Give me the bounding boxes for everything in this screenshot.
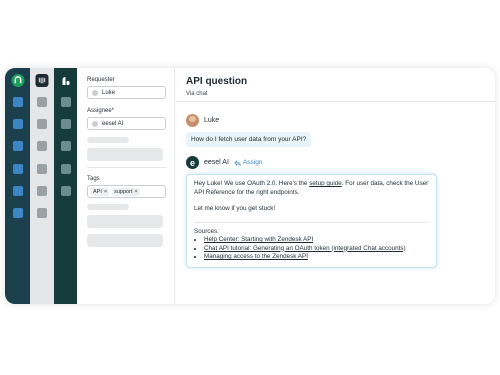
header-divider [176, 101, 495, 102]
source-item: Managing access to the Zendesk API [204, 253, 429, 262]
app-window: Requester Luke Assignee* eesel AI Tags A… [5, 68, 495, 304]
assignee-label: Assignee* [87, 108, 115, 114]
app-rail-3 [54, 68, 77, 304]
placeholder-field [87, 148, 163, 161]
requester-label: Requester [87, 77, 115, 83]
intercom-logo-icon[interactable] [35, 74, 49, 87]
customer-message-header: Luke [186, 114, 495, 127]
tags-label: Tags [87, 176, 100, 182]
eesel-logo-icon: e [186, 156, 199, 169]
nav-icon[interactable] [37, 164, 47, 174]
nav-icon[interactable] [12, 97, 23, 107]
customer-message-bubble: How do I fetch user data from your API? [186, 132, 312, 147]
ai-reply-draft[interactable]: Hey Luke! We use OAuth 2.0. Here's the s… [186, 174, 437, 268]
ticket-properties-panel: Requester Luke Assignee* eesel AI Tags A… [77, 68, 175, 304]
source-link[interactable]: Managing access to the Zendesk API [204, 253, 308, 260]
nav-icon[interactable] [60, 97, 71, 107]
tag-api[interactable]: API × [91, 187, 110, 196]
ai-reply-message: e eesel AI Assign Hey Luke! We use OAuth… [186, 156, 495, 268]
user-avatar-icon [92, 120, 98, 127]
tag-remove-icon[interactable]: × [134, 189, 137, 195]
nav-icon[interactable] [60, 186, 71, 196]
nav-icon[interactable] [12, 119, 23, 129]
placeholder-field [87, 215, 163, 228]
nav-icon[interactable] [37, 119, 47, 129]
nav-icon[interactable] [37, 208, 47, 218]
reply-body: Hey Luke! We use OAuth 2.0. Here's the s… [194, 180, 429, 196]
conversation-panel: API question Via chat Luke How do I fetc… [176, 68, 495, 304]
sources-divider [194, 221, 429, 223]
app-rail-2 [30, 68, 54, 304]
assignee-value: eesel AI [102, 120, 124, 127]
placeholder-field [87, 234, 163, 247]
nav-icon[interactable] [12, 164, 23, 174]
assignee-field[interactable]: eesel AI [87, 117, 166, 130]
requester-value: Luke [102, 89, 116, 96]
placeholder-label [87, 204, 129, 210]
source-link[interactable]: Help Center: Starting with Zendesk API [204, 236, 313, 243]
nav-icon[interactable] [60, 164, 71, 174]
nav-icon[interactable] [12, 141, 23, 151]
ai-reply-header: e eesel AI Assign [186, 156, 495, 169]
nav-icon[interactable] [12, 186, 23, 196]
source-link[interactable]: Chat API tutorial: Generating an OAuth t… [204, 245, 406, 252]
tag-remove-icon[interactable]: × [104, 189, 107, 195]
avatar [186, 114, 199, 127]
nav-icon[interactable] [60, 119, 71, 129]
requester-field[interactable]: Luke [87, 86, 166, 99]
ai-author-name: eesel AI [204, 159, 229, 166]
zendesk-logo-icon[interactable] [11, 74, 24, 87]
assign-button[interactable]: Assign [234, 159, 262, 166]
nav-icon[interactable] [37, 186, 47, 196]
customer-name: Luke [204, 117, 220, 124]
assign-arrow-icon [234, 159, 241, 166]
sources-list: Help Center: Starting with Zendesk API C… [194, 236, 429, 262]
customer-message: Luke How do I fetch user data from your … [186, 114, 495, 147]
divider [87, 167, 166, 168]
app-rail-1 [5, 68, 30, 304]
nav-icon[interactable] [60, 141, 71, 151]
setup-guide-link[interactable]: setup guide [309, 180, 342, 187]
user-avatar-icon [92, 89, 98, 96]
nav-icon[interactable] [37, 97, 47, 107]
ticket-channel: Via chat [186, 91, 208, 97]
source-item: Help Center: Starting with Zendesk API [204, 236, 429, 245]
freshdesk-logo-icon[interactable] [59, 74, 72, 87]
reply-closing: Let me know if you get stuck! [194, 205, 276, 212]
nav-icon[interactable] [12, 208, 23, 218]
ticket-title: API question [186, 76, 248, 87]
source-item: Chat API tutorial: Generating an OAuth t… [204, 245, 429, 254]
placeholder-label [87, 137, 129, 143]
nav-icon[interactable] [37, 141, 47, 151]
tag-support[interactable]: support × [112, 187, 140, 196]
sources-label: Sources: [194, 227, 219, 235]
tags-field[interactable]: API × support × [87, 185, 166, 198]
